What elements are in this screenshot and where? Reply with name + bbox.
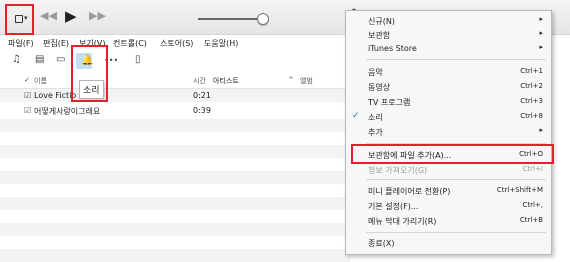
sort-icon[interactable]: ^ <box>288 76 294 84</box>
menu-controls[interactable]: 컨트롤(C) <box>113 38 147 49</box>
submenu-arrow-icon: ▸ <box>539 15 543 23</box>
menu-item-label: 신규(N) <box>368 17 395 26</box>
menu-item-hide-menu-bar[interactable]: 메뉴 막대 가리기(R) Ctrl+B <box>346 214 551 228</box>
film-icon[interactable]: ▤ <box>35 54 44 65</box>
menu-item-label: 보관함 <box>368 31 391 40</box>
submenu-arrow-icon: ▸ <box>539 126 543 134</box>
menu-bar: 파일(F) 편집(E) 보기(V) 컨트롤(C) 스토어(S) 도움말(H) <box>0 36 350 50</box>
menu-item-label: 기본 설정(F)... <box>368 202 419 211</box>
menu-item-label: 음악 <box>368 68 383 77</box>
menu-item-movies[interactable]: 동영상 Ctrl+2 <box>346 80 551 94</box>
tv-icon[interactable]: ▭ <box>56 54 65 65</box>
volume-slider[interactable] <box>198 18 264 20</box>
menu-item-more[interactable]: 추가 ▸ <box>346 125 551 139</box>
row-stripe <box>0 119 350 132</box>
row-checkbox[interactable]: ☑ <box>24 106 31 115</box>
menu-separator <box>366 232 546 233</box>
music-icon[interactable]: ♫ <box>12 54 21 65</box>
menu-item-shortcut: Ctrl+3 <box>520 97 543 105</box>
menu-item-shortcut: Ctrl+2 <box>520 82 543 90</box>
menu-item-shortcut: Ctrl+I <box>522 165 543 173</box>
menu-item-library[interactable]: 보관함 ▸ <box>346 28 551 42</box>
song-title: 어떻게사랑이그래요 <box>34 107 101 116</box>
col-check-header[interactable]: ✓ <box>24 76 30 84</box>
row-stripe <box>0 249 350 262</box>
menu-item-sounds[interactable]: ✓ 소리 Ctrl+8 <box>346 110 551 124</box>
song-title: Love Fictio <box>34 91 77 100</box>
menu-item-label: 소리 <box>368 113 383 122</box>
menu-item-label: iTunes Store <box>368 44 417 53</box>
device-icon[interactable]: ▯ <box>135 54 141 65</box>
menu-item-itunes-store[interactable]: iTunes Store ▸ <box>346 42 551 56</box>
menu-item-get-info: 정보 가져오기(G) Ctrl+I <box>346 163 551 177</box>
highlight-box-library <box>5 4 34 35</box>
menu-item-label: TV 프로그램 <box>368 98 411 107</box>
menu-item-label: 정보 가져오기(G) <box>368 166 428 175</box>
menu-separator <box>366 179 546 180</box>
menu-item-label: 종료(X) <box>368 239 395 248</box>
menu-item-music[interactable]: 음악 Ctrl+1 <box>346 65 551 79</box>
row-checkbox[interactable]: ☑ <box>24 91 31 100</box>
menu-item-label: 추가 <box>368 128 383 137</box>
highlight-box-add-file <box>351 144 554 164</box>
media-toolbar: ♫ ▤ ▭ ••• ▯ <box>0 52 350 70</box>
menu-item-exit[interactable]: 종료(X) <box>346 236 551 250</box>
col-name-header[interactable]: 이름 <box>34 76 47 86</box>
next-icon[interactable]: ▶▶ <box>89 8 106 24</box>
row-stripe <box>0 197 350 210</box>
menu-item-shortcut: Ctrl+, <box>522 201 543 209</box>
menu-item-shortcut: Ctrl+8 <box>520 112 543 120</box>
play-icon[interactable]: ▶ <box>65 8 77 24</box>
volume-knob[interactable] <box>257 13 269 25</box>
table-header: ✓ 이름 시간 아티스트 ^ 앨범 <box>0 74 350 89</box>
table-row[interactable]: ☑ 어떻게사랑이그래요 0:39 <box>0 104 350 118</box>
menu-item-tv-shows[interactable]: TV 프로그램 Ctrl+3 <box>346 95 551 109</box>
song-time: 0:21 <box>193 91 211 100</box>
row-stripe <box>0 223 350 236</box>
previous-icon[interactable]: ◀◀ <box>40 8 57 24</box>
row-stripe <box>0 145 350 158</box>
table-row[interactable]: ☑ Love Fictio 0:21 <box>0 89 350 103</box>
submenu-arrow-icon: ▸ <box>539 43 543 51</box>
menu-file[interactable]: 파일(F) <box>8 38 34 49</box>
menu-separator <box>366 59 546 60</box>
menu-store[interactable]: 스토어(S) <box>160 38 193 49</box>
menu-item-shortcut: Ctrl+1 <box>520 67 543 75</box>
row-stripe <box>0 171 350 184</box>
menu-item-mini-player[interactable]: 미니 플레이어로 전환(P) Ctrl+Shift+M <box>346 184 551 198</box>
menu-item-label: 동영상 <box>368 83 391 92</box>
menu-help[interactable]: 도움말(H) <box>204 38 238 49</box>
menu-item-new[interactable]: 신규(N) ▸ <box>346 14 551 28</box>
submenu-arrow-icon: ▸ <box>539 29 543 37</box>
menu-item-shortcut: Ctrl+B <box>519 216 543 224</box>
menu-item-label: 메뉴 막대 가리기(R) <box>368 217 437 226</box>
menu-item-label: 미니 플레이어로 전환(P) <box>368 187 451 196</box>
menu-edit[interactable]: 편집(E) <box>43 38 69 49</box>
col-album-header[interactable]: 앨범 <box>300 76 313 86</box>
highlight-box-sounds <box>71 45 108 102</box>
checkmark-icon: ✓ <box>352 111 360 121</box>
song-time: 0:39 <box>193 106 211 115</box>
col-time-header[interactable]: 시간 <box>193 76 206 86</box>
menu-item-shortcut: Ctrl+Shift+M <box>496 186 543 194</box>
library-dropdown-menu: 신규(N) ▸ 보관함 ▸ iTunes Store ▸ 음악 Ctrl+1 동… <box>345 10 552 255</box>
col-artist-header[interactable]: 아티스트 <box>213 76 239 86</box>
menu-item-preferences[interactable]: 기본 설정(F)... Ctrl+, <box>346 199 551 213</box>
